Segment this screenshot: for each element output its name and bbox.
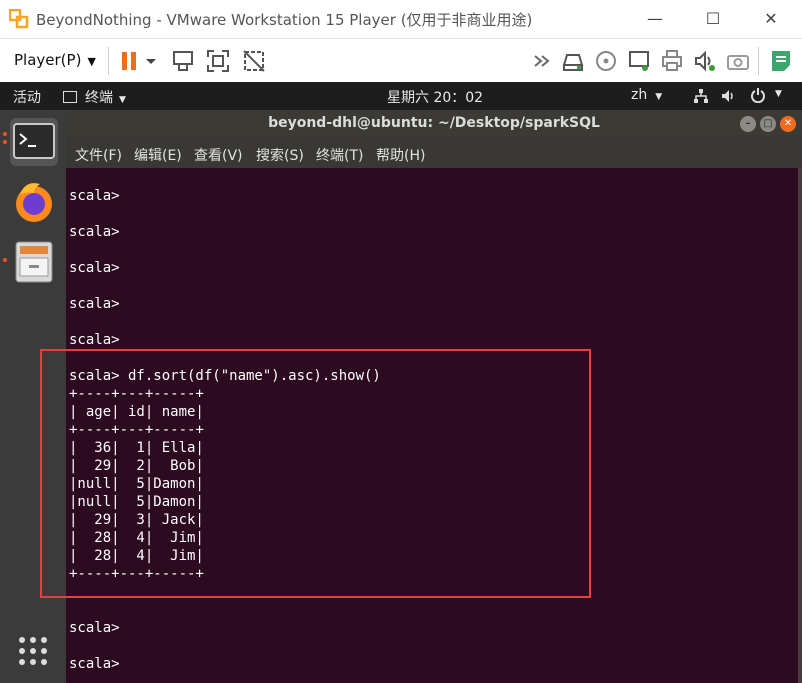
terminal-line: scala> [69,296,120,312]
maximize-button[interactable]: ☐ [690,6,736,32]
window-title: BeyondNothing - VMware Workstation 15 Pl… [36,11,533,29]
network-icon[interactable] [693,88,709,104]
sound-card-icon[interactable] [692,48,718,74]
send-ctrl-alt-del-icon[interactable] [170,48,196,74]
toolbar-divider [758,47,759,75]
chevron-down-icon[interactable]: ▼ [775,89,782,99]
dock-files[interactable] [10,238,58,286]
terminal-title-bar: beyond-dhl@ubuntu: ~/Desktop/sparkSQL – … [66,110,802,138]
firefox-icon [16,183,52,222]
highlight-annotation-box [40,349,591,598]
vmware-logo-icon [9,9,29,29]
menu-terminal[interactable]: 终端(T) [316,145,363,165]
terminal-line: scala> [69,188,120,204]
fullscreen-icon[interactable] [205,48,231,74]
terminal-maximize-button[interactable]: □ [760,116,776,132]
terminal-minimize-button[interactable]: – [740,116,756,132]
show-applications-icon[interactable] [17,635,49,667]
vmware-toolbar: Player(P) ▼ [0,38,802,84]
chevron-down-icon: ▼ [119,95,126,105]
terminal-title: beyond-dhl@ubuntu: ~/Desktop/sparkSQL [268,115,600,131]
hard-disk-icon[interactable] [560,48,586,74]
player-menu-button[interactable]: Player(P) ▼ [8,45,102,75]
clock[interactable]: 星期六 20：02 [387,87,483,107]
message-log-icon[interactable] [768,48,794,74]
app-menu-label: 终端 [85,90,113,106]
menu-help[interactable]: 帮助(H) [376,145,425,165]
terminal-close-button[interactable]: ✕ [780,116,796,132]
camera-icon[interactable] [725,48,751,74]
terminal-icon [13,123,55,159]
chevron-down-icon: ▼ [655,92,663,102]
terminal-line: scala> [69,332,120,348]
menu-file[interactable]: 文件(F) [75,145,122,165]
terminal-small-icon [63,91,77,103]
menu-search[interactable]: 搜索(S) [256,145,304,165]
running-indicator [3,132,7,136]
terminal-line: scala> [69,224,120,240]
pause-icon[interactable] [116,48,142,74]
input-method-label: zh [631,87,648,103]
close-button[interactable]: ✕ [748,6,794,32]
pause-dropdown-icon[interactable] [142,48,160,74]
input-method-menu[interactable]: zh ▼ [631,87,662,103]
toolbar-divider [108,47,109,75]
terminal-app-menu[interactable]: 终端 ▼ [63,87,126,107]
printer-icon[interactable] [659,48,685,74]
unity-mode-icon[interactable] [241,48,267,74]
menu-view[interactable]: 查看(V) [194,145,243,165]
terminal-line: scala> [69,656,120,672]
terminal-line: scala> [69,260,120,276]
terminal-line: scala> [69,620,120,636]
cd-rom-icon[interactable] [593,48,619,74]
chevron-down-icon: ▼ [87,55,96,68]
dock-firefox[interactable] [10,178,58,226]
minimize-button[interactable]: — [632,6,678,32]
running-indicator [3,140,7,144]
running-indicator [3,258,7,262]
volume-icon[interactable] [720,88,736,104]
network-adapter-icon[interactable] [626,48,652,74]
terminal-menu-bar: 文件(F) 编辑(E) 查看(V) 搜索(S) 终端(T) 帮助(H) [66,138,802,168]
vmware-title-bar: BeyondNothing - VMware Workstation 15 Pl… [0,0,802,38]
dock-terminal[interactable] [10,118,58,166]
ubuntu-top-bar: 活动 终端 ▼ 星期六 20：02 zh ▼ ▼ [0,82,802,110]
terminal-scrollbar[interactable] [798,168,802,683]
file-cabinet-icon [15,241,53,283]
menu-edit[interactable]: 编辑(E) [134,145,182,165]
forward-icon[interactable] [530,48,556,74]
power-icon[interactable] [750,87,766,103]
activities-button[interactable]: 活动 [13,87,41,107]
player-menu-label: Player(P) [14,51,82,69]
